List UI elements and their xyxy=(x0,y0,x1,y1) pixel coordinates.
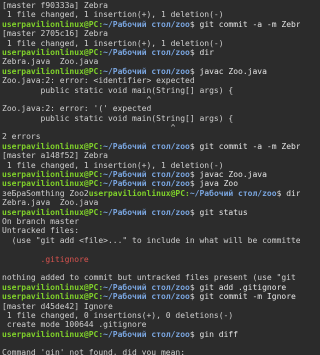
terminal-output-line: public static void main(String[] args) { xyxy=(2,114,300,123)
output-text: 1 file changed, 1 insertion(+), 1 deleti… xyxy=(2,38,224,48)
terminal-output-line: [master a148f52] Zebra xyxy=(2,151,300,160)
terminal-output-line: nothing added to commit but untracked fi… xyxy=(2,273,300,282)
prompt-user-host: userpavilionlinux@PC: xyxy=(2,329,104,339)
terminal-output-line: (use "git add <file>..." to include in w… xyxy=(2,236,300,245)
output-text: ^ xyxy=(2,94,152,104)
prompt-user-host: userpavilionlinux@PC: xyxy=(2,66,104,76)
output-text: Zoo.java:2: error: <identifier> expected xyxy=(2,76,195,86)
output-text: create mode 100644 .gitignore xyxy=(2,320,147,330)
command-text: git commit -m Ignore xyxy=(194,292,296,302)
output-text: 2 errors xyxy=(2,132,41,142)
terminal-command-line: userpavilionlinux@PC:~/Рабочий стол/zoo$… xyxy=(2,170,300,179)
terminal-output-line: [master 2705c16] Zebra xyxy=(2,29,300,38)
output-text: public static void main(String[] args) { xyxy=(2,85,234,95)
prompt-user-host: userpavilionlinux@PC: xyxy=(2,282,104,292)
command-text: java Zoo xyxy=(194,179,239,189)
output-text: [master 2705c16] Zebra xyxy=(2,29,108,39)
terminal-command-line: userpavilionlinux@PC:~/Рабочий стол/zoo$… xyxy=(2,20,300,29)
program-output-text: зеБраSomthing Zoo2 xyxy=(2,188,89,198)
prompt-user-host: userpavilionlinux@PC: xyxy=(2,207,104,217)
prompt-user-host: userpavilionlinux@PC: xyxy=(2,141,104,151)
command-text: git commit -a -m Zebra xyxy=(194,19,301,29)
terminal-output-line: create mode 100644 .gitignore xyxy=(2,320,300,329)
prompt-user-host: userpavilionlinux@PC: xyxy=(2,47,104,57)
command-text: javac Zoo.java xyxy=(194,170,267,180)
prompt-path: ~/Рабочий стол/zoo xyxy=(103,292,190,302)
terminal-output-line: 1 file changed, 0 insertions(+), 0 delet… xyxy=(2,311,300,320)
command-text: javac Zoo.java xyxy=(194,66,267,76)
prompt-path: ~/Рабочий стол/zoo xyxy=(103,179,190,189)
terminal-output-line: 1 file changed, 1 insertion(+), 1 deleti… xyxy=(2,10,300,19)
output-text: [master f90333a] Zebra xyxy=(2,1,108,10)
terminal-output-line: Zebra.java Zoo.java xyxy=(2,57,300,66)
command-text: dir xyxy=(194,47,214,57)
prompt-path: ~/Рабочий стол/zoo xyxy=(103,329,190,339)
terminal-output-line: ^ xyxy=(2,95,300,104)
output-text: [master a148f52] Zebra xyxy=(2,151,108,161)
output-text: Untracked files: xyxy=(2,226,80,236)
terminal-output-line: Command 'gin' not found, did you mean: xyxy=(2,348,300,355)
terminal-command-line: userpavilionlinux@PC:~/Рабочий стол/zoo$… xyxy=(2,283,300,292)
untracked-file-line: .gitignore xyxy=(2,255,300,264)
terminal-output-line: public static void main(String[] args) { xyxy=(2,86,300,95)
terminal-output-line: Zoo.java:2: error: <identifier> expected xyxy=(2,76,300,85)
output-text: Zebra.java Zoo.java xyxy=(2,198,99,208)
terminal-window[interactable]: [master f90333a] Zebra 1 file changed, 1… xyxy=(0,0,300,355)
prompt-path: ~/Рабочий стол/zoo xyxy=(103,170,190,180)
output-text: Zoo.java:2: error: '(' expected xyxy=(2,104,152,114)
output-text: 1 file changed, 1 insertion(+), 1 deleti… xyxy=(2,160,224,170)
terminal-command-line: userpavilionlinux@PC:~/Рабочий стол/zoo$… xyxy=(2,292,300,301)
terminal-output-line: On branch master xyxy=(2,217,300,226)
prompt-path: ~/Рабочий стол/zoo xyxy=(103,282,190,292)
prompt-user-host: userpavilionlinux@PC: xyxy=(2,19,104,29)
prompt-path: ~/Рабочий стол/zoo xyxy=(103,19,190,29)
terminal-command-line: userpavilionlinux@PC:~/Рабочий стол/zoo$… xyxy=(2,208,300,217)
terminal-output-line: [master d45de42] Ignore xyxy=(2,302,300,311)
prompt-path: ~/Рабочий стол/zoo xyxy=(189,188,277,198)
output-text: [master d45de42] Ignore xyxy=(2,301,113,311)
output-text: Zebra.java Zoo.java xyxy=(2,57,99,67)
prompt-path: ~/Рабочий стол/zoo xyxy=(103,66,190,76)
output-text: On branch master xyxy=(2,216,80,226)
prompt-path: ~/Рабочий стол/zoo xyxy=(103,207,190,217)
command-text: git commit -a -m Zebra xyxy=(194,141,301,151)
terminal-output-line: 1 file changed, 1 insertion(+), 1 deleti… xyxy=(2,161,300,170)
terminal-output-line: Zebra.java Zoo.java xyxy=(2,198,300,207)
output-text: nothing added to commit but untracked fi… xyxy=(2,273,296,283)
terminal-command-line: userpavilionlinux@PC:~/Рабочий стол/zoo$… xyxy=(2,67,300,76)
terminal-output-line: Zoo.java:2: error: '(' expected xyxy=(2,104,300,113)
command-text: gin diff xyxy=(194,329,239,339)
command-text: dir xyxy=(281,188,300,198)
prompt-user-host: userpavilionlinux@PC: xyxy=(2,292,104,302)
prompt-user-host: userpavilionlinux@PC: xyxy=(2,170,104,180)
terminal-output-line: 1 file changed, 1 insertion(+), 1 deleti… xyxy=(2,39,300,48)
terminal-output-line: Untracked files: xyxy=(2,226,300,235)
terminal-output-line: 2 errors xyxy=(2,132,300,141)
output-text: 1 file changed, 1 insertion(+), 1 deleti… xyxy=(2,10,224,20)
terminal-command-line: зеБраSomthing Zoo2userpavilionlinux@PC:~… xyxy=(2,189,300,198)
terminal-output-line: ^ xyxy=(2,123,300,132)
terminal-command-line: userpavilionlinux@PC:~/Рабочий стол/zoo$… xyxy=(2,142,300,151)
prompt-user-host: userpavilionlinux@PC: xyxy=(88,188,190,198)
untracked-file-name: .gitignore xyxy=(2,254,89,264)
prompt-path: ~/Рабочий стол/zoo xyxy=(103,141,190,151)
terminal-output-line: [master f90333a] Zebra xyxy=(2,1,300,10)
command-text: git status xyxy=(194,207,248,217)
terminal-command-line: userpavilionlinux@PC:~/Рабочий стол/zoo$… xyxy=(2,330,300,339)
output-text: Command 'gin' not found, did you mean: xyxy=(2,348,186,355)
prompt-path: ~/Рабочий стол/zoo xyxy=(103,47,190,57)
output-text: (use "git add <file>..." to include in w… xyxy=(2,235,300,245)
output-text: public static void main(String[] args) { xyxy=(2,113,234,123)
prompt-user-host: userpavilionlinux@PC: xyxy=(2,179,104,189)
terminal-output: [master f90333a] Zebra 1 file changed, 1… xyxy=(2,1,300,355)
output-text: 1 file changed, 0 insertions(+), 0 delet… xyxy=(2,310,234,320)
command-text: git add .gitignore xyxy=(194,282,287,292)
terminal-command-line: userpavilionlinux@PC:~/Рабочий стол/zoo$… xyxy=(2,48,300,57)
terminal-command-line: userpavilionlinux@PC:~/Рабочий стол/zoo$… xyxy=(2,179,300,188)
output-text: ^ xyxy=(2,123,176,133)
